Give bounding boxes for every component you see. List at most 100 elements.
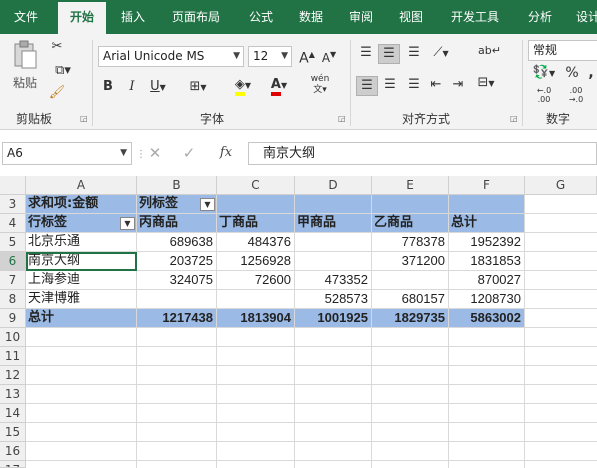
pivot-cell[interactable]: 371200 — [372, 252, 449, 271]
pivot-cell[interactable]: 778378 — [372, 233, 449, 252]
italic-button[interactable]: I — [124, 78, 140, 96]
align-top-icon[interactable]: ☰ — [356, 44, 376, 62]
font-size-select[interactable]: 12 ▼ — [248, 46, 292, 67]
decrease-font-icon[interactable]: A▼ — [320, 46, 338, 67]
row-header[interactable]: 16 — [0, 442, 26, 461]
cut-icon[interactable]: ✂ — [48, 38, 66, 56]
pivot-cell[interactable]: 484376 — [217, 233, 295, 252]
increase-decimal-icon[interactable]: ←.0.00 — [530, 86, 558, 104]
column-header[interactable]: G — [525, 176, 597, 195]
pivot-cell[interactable]: 1831853 — [449, 252, 525, 271]
decrease-decimal-icon[interactable]: .00 →.0 — [562, 86, 590, 104]
tab-review[interactable]: 审阅 — [338, 0, 384, 34]
row-header[interactable]: 4 — [0, 214, 26, 233]
pivot-row-label[interactable]: 天津博雅 — [26, 290, 137, 309]
pivot-row-label-selected[interactable]: 南京大纲 — [26, 252, 137, 271]
pivot-cell[interactable]: 324075 — [137, 271, 217, 290]
row-header[interactable]: 9 — [0, 309, 26, 328]
orientation-icon[interactable]: ⟋▼ — [428, 44, 454, 63]
pivot-total-label[interactable]: 总计 — [26, 309, 137, 328]
pivot-cell[interactable] — [217, 290, 295, 309]
percent-button[interactable]: % — [564, 64, 580, 82]
column-header[interactable]: F — [449, 176, 525, 195]
row-header[interactable]: 15 — [0, 423, 26, 442]
pivot-cell[interactable]: 1952392 — [449, 233, 525, 252]
pivot-column-header[interactable]: 乙商品 — [372, 214, 449, 233]
column-filter-button[interactable]: ▼ — [200, 198, 215, 211]
pivot-cell[interactable]: 1256928 — [217, 252, 295, 271]
tab-view[interactable]: 视图 — [388, 0, 434, 34]
row-header[interactable]: 8 — [0, 290, 26, 309]
pivot-cell[interactable] — [217, 195, 295, 214]
underline-button[interactable]: U▼ — [146, 78, 170, 97]
row-header[interactable]: 17 — [0, 461, 26, 468]
pivot-cell[interactable]: 473352 — [295, 271, 372, 290]
align-right-icon[interactable]: ☰ — [404, 76, 424, 94]
align-bottom-icon[interactable]: ☰ — [404, 44, 424, 62]
select-all-corner[interactable] — [0, 176, 26, 195]
row-header[interactable]: 12 — [0, 366, 26, 385]
name-box[interactable]: A6 ▼ — [2, 142, 132, 165]
pivot-cell[interactable]: 689638 — [137, 233, 217, 252]
more-options-icon[interactable]: ⋮ — [136, 146, 146, 164]
font-launcher-icon[interactable]: ◲ — [338, 114, 346, 123]
row-header[interactable]: 6 — [0, 252, 26, 271]
decrease-indent-icon[interactable]: ⇤ — [426, 76, 446, 94]
paste-icon[interactable] — [10, 40, 40, 70]
pivot-cell[interactable] — [137, 290, 217, 309]
tab-developer[interactable]: 开发工具 — [438, 0, 512, 34]
column-header[interactable]: C — [217, 176, 295, 195]
pivot-cell[interactable] — [449, 195, 525, 214]
currency-icon[interactable]: 💱▼ — [530, 64, 558, 83]
pivot-total-cell[interactable]: 1813904 — [217, 309, 295, 328]
column-header[interactable]: D — [295, 176, 372, 195]
pivot-column-header[interactable]: 甲商品 — [295, 214, 372, 233]
row-header[interactable]: 7 — [0, 271, 26, 290]
pivot-cell[interactable] — [372, 195, 449, 214]
tab-home[interactable]: 开始 — [58, 2, 106, 34]
align-center-icon[interactable]: ☰ — [380, 76, 400, 94]
pivot-total-cell[interactable]: 5863002 — [449, 309, 525, 328]
row-header[interactable]: 3 — [0, 195, 26, 214]
copy-icon[interactable]: ⧉▾ — [48, 62, 78, 80]
pivot-total-cell[interactable]: 1001925 — [295, 309, 372, 328]
tab-analyze[interactable]: 分析 — [516, 0, 564, 34]
cancel-icon[interactable]: ✕ — [146, 144, 164, 162]
pivot-total-cell[interactable]: 1829735 — [372, 309, 449, 328]
row-header[interactable]: 10 — [0, 328, 26, 347]
pivot-column-header[interactable]: 丁商品 — [217, 214, 295, 233]
tab-page-layout[interactable]: 页面布局 — [160, 0, 232, 34]
row-header[interactable]: 13 — [0, 385, 26, 404]
wrap-text-icon[interactable]: ab↵ — [478, 42, 501, 60]
pivot-column-header[interactable]: 丙商品 — [137, 214, 217, 233]
formula-input[interactable]: 南京大纲 — [248, 142, 597, 165]
row-header[interactable]: 11 — [0, 347, 26, 366]
comma-button[interactable]: , — [586, 64, 596, 82]
pivot-cell[interactable]: 1208730 — [449, 290, 525, 309]
pivot-cell[interactable]: 72600 — [217, 271, 295, 290]
align-middle-icon[interactable]: ☰ — [378, 44, 400, 64]
tab-insert[interactable]: 插入 — [110, 0, 156, 34]
borders-icon[interactable]: ⊞▼ — [184, 78, 212, 97]
align-left-icon[interactable]: ☰ — [356, 76, 378, 96]
pivot-value-field[interactable]: 求和项:金额 — [26, 195, 137, 214]
increase-indent-icon[interactable]: ⇥ — [448, 76, 468, 94]
pivot-row-label[interactable]: 北京乐通 — [26, 233, 137, 252]
pivot-row-label[interactable]: 上海参迪 — [26, 271, 137, 290]
row-header[interactable]: 14 — [0, 404, 26, 423]
column-header[interactable]: A — [26, 176, 137, 195]
tab-formulas[interactable]: 公式 — [238, 0, 284, 34]
pivot-column-header[interactable]: 总计 — [449, 214, 525, 233]
number-format-select[interactable]: 常规 — [528, 40, 597, 61]
pivot-cell[interactable]: 870027 — [449, 271, 525, 290]
row-header[interactable]: 5 — [0, 233, 26, 252]
column-header[interactable]: E — [372, 176, 449, 195]
increase-font-icon[interactable]: A▲ — [298, 46, 316, 68]
pivot-cell[interactable] — [372, 271, 449, 290]
enter-icon[interactable]: ✓ — [180, 144, 198, 162]
row-filter-button[interactable]: ▼ — [120, 217, 135, 230]
font-color-icon[interactable]: A▼ — [264, 76, 294, 96]
bold-button[interactable]: B — [100, 78, 116, 96]
pivot-cell[interactable]: 680157 — [372, 290, 449, 309]
pivot-cell[interactable] — [295, 252, 372, 271]
